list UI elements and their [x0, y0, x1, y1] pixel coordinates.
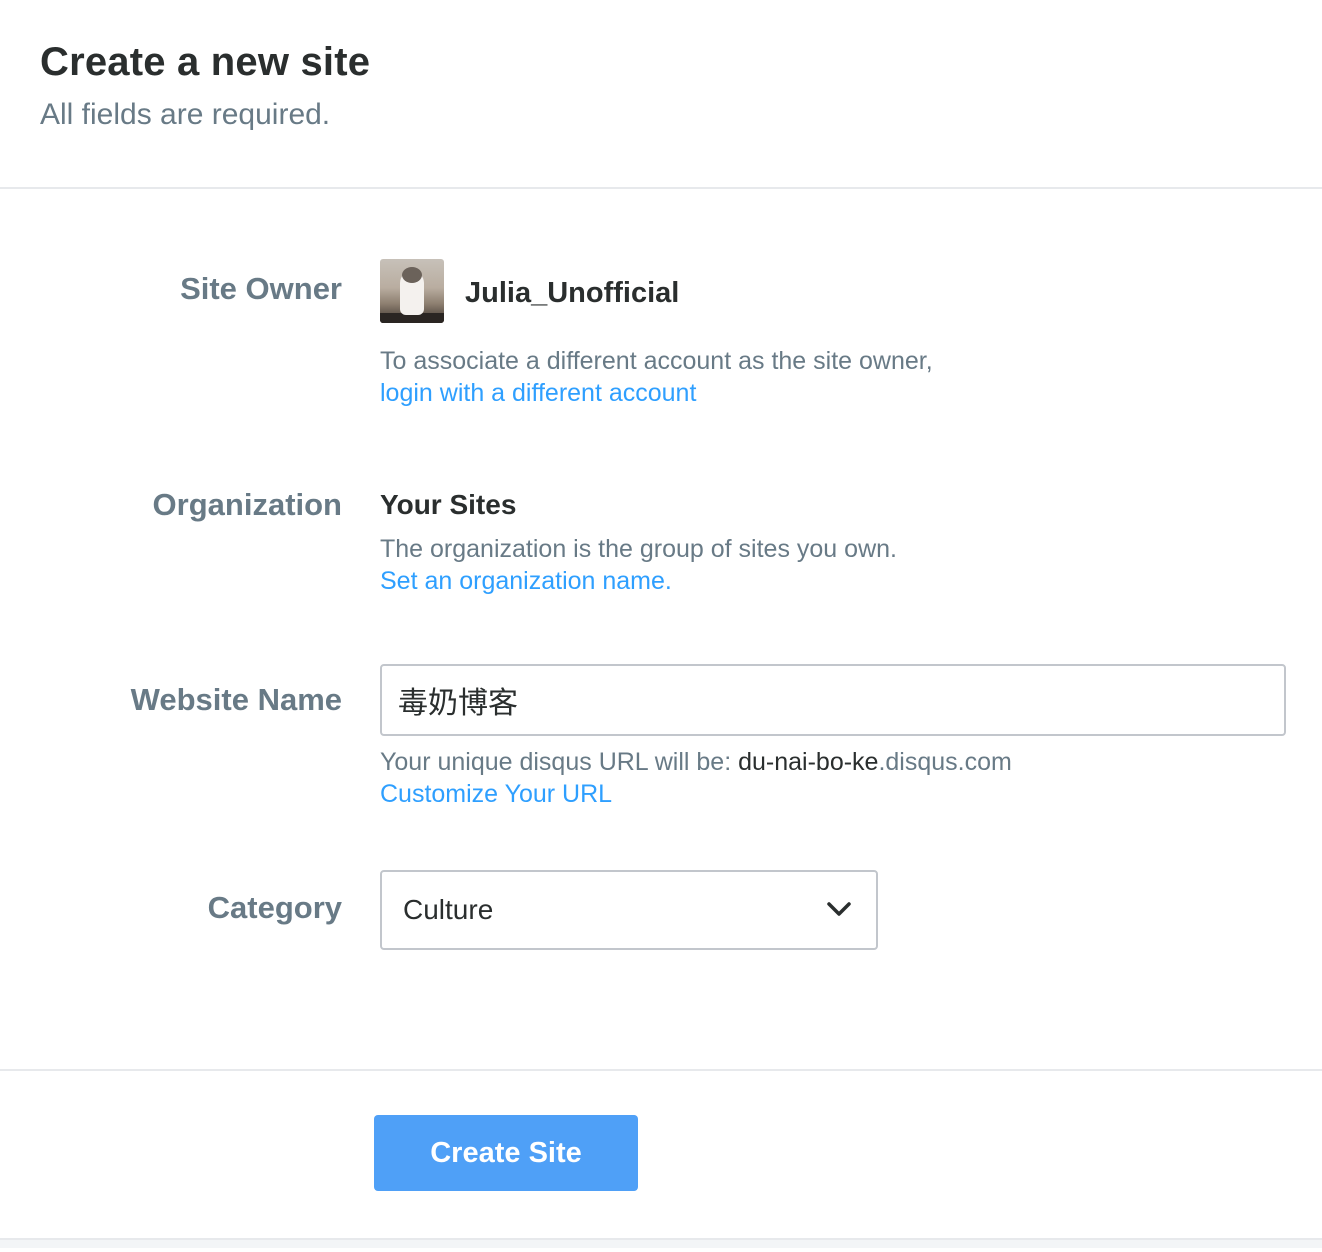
organization-content: Your Sites The organization is the group…: [380, 487, 1286, 597]
create-site-page: Create a new site All fields are require…: [0, 0, 1322, 1252]
organization-label: Organization: [152, 487, 342, 522]
site-owner-label: Site Owner: [180, 271, 342, 306]
category-label: Category: [207, 890, 342, 925]
page-subtitle: All fields are required.: [40, 98, 331, 131]
site-owner-content: Julia_Unofficial To associate a differen…: [380, 259, 1286, 409]
url-slug: du-nai-bo-ke: [738, 748, 879, 776]
chevron-down-icon: [827, 902, 851, 916]
create-site-button[interactable]: Create Site: [374, 1115, 638, 1191]
avatar: [380, 259, 444, 323]
category-content: Culture: [380, 870, 1286, 950]
url-prefix: Your unique disqus URL will be:: [380, 748, 739, 776]
website-name-content: Your unique disqus URL will be: du-nai-b…: [380, 664, 1286, 810]
url-suffix: .disqus.com: [878, 748, 1012, 776]
organization-help: The organization is the group of sites y…: [380, 533, 1286, 597]
page-header: Create a new site All fields are require…: [0, 0, 1322, 189]
customize-url-link[interactable]: Customize Your URL: [380, 778, 612, 810]
website-name-input[interactable]: [380, 664, 1286, 736]
avatar-cat-head: [402, 267, 422, 283]
set-organization-name-link[interactable]: Set an organization name.: [380, 565, 672, 597]
url-preview: Your unique disqus URL will be: du-nai-b…: [380, 746, 1286, 778]
url-help: Your unique disqus URL will be: du-nai-b…: [380, 746, 1286, 810]
owner-identity: Julia_Unofficial: [380, 259, 1286, 323]
form-footer: Create Site: [0, 1071, 1322, 1240]
bottom-strip: [0, 1240, 1322, 1248]
category-selected-value: Culture: [403, 894, 494, 925]
owner-username: Julia_Unofficial: [465, 276, 680, 309]
category-select[interactable]: Culture: [380, 870, 878, 950]
organization-help-text: The organization is the group of sites y…: [380, 535, 897, 563]
site-form: Site Owner Julia_Unofficial To associate…: [0, 189, 1322, 1071]
login-different-account-link[interactable]: login with a different account: [380, 377, 696, 409]
website-name-label: Website Name: [130, 682, 342, 717]
owner-help: To associate a different account as the …: [380, 345, 1286, 409]
page-title: Create a new site: [40, 40, 371, 84]
owner-help-text: To associate a different account as the …: [380, 347, 933, 375]
organization-name: Your Sites: [380, 489, 517, 520]
